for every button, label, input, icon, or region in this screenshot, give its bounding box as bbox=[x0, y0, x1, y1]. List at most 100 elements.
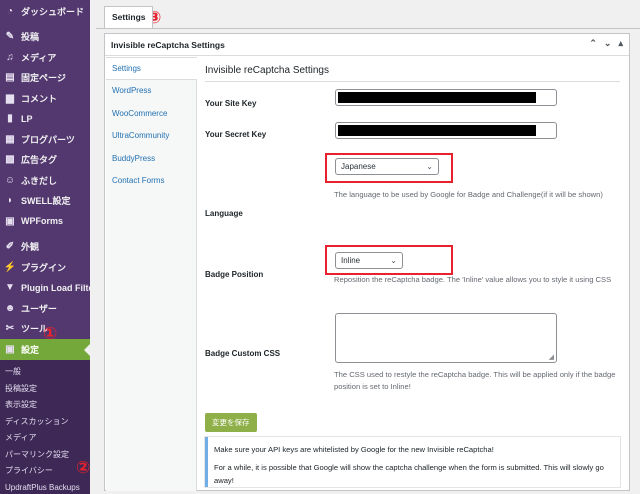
settings-postbox: Invisible reCaptcha Settings ⌃ ⌄ ▴ Setti… bbox=[104, 33, 630, 491]
tab-settings[interactable]: Settings bbox=[104, 6, 153, 28]
settings-icon: ▣ bbox=[5, 343, 15, 355]
language-select-value: Japanese bbox=[341, 162, 376, 171]
vertical-tab[interactable]: UltraCommunity bbox=[106, 125, 196, 148]
sidebar-item-label: メディア bbox=[21, 52, 57, 63]
submenu-item[interactable]: UpdraftPlus Backups bbox=[0, 479, 90, 494]
admin-menu: ◔ ダッシュボード ✎ 投稿 ♫ メディア ▤ 固定ページ ▆ コメント ▮ LP ▦ ブログパーツ ▩ 広告… bbox=[0, 0, 97, 360]
document-icon: ▮ bbox=[7, 113, 13, 125]
sidebar-item[interactable]: ☻ ユーザー bbox=[0, 298, 90, 319]
sidebar-item[interactable]: ◔ ダッシュボード bbox=[0, 1, 90, 22]
postbox-header: Invisible reCaptcha Settings ⌃ ⌄ ▴ bbox=[105, 34, 629, 56]
submenu-item[interactable]: 投稿設定 bbox=[0, 380, 90, 397]
submenu-item[interactable]: メディア bbox=[0, 430, 90, 447]
postbox-title: Invisible reCaptcha Settings bbox=[111, 39, 225, 50]
sidebar-item-label: コメント bbox=[21, 93, 58, 104]
wrench-icon: ✂ bbox=[5, 323, 15, 335]
annotation-one: ① bbox=[43, 324, 58, 344]
sidebar-item[interactable]: ▤ 固定ページ bbox=[0, 68, 90, 89]
pin-icon: ✎ bbox=[5, 31, 15, 43]
sidebar-item[interactable]: ☺ ふきだし bbox=[0, 170, 90, 191]
chevron-down-icon: ⌄ bbox=[390, 256, 397, 265]
sidebar-item-label: 外観 bbox=[21, 242, 40, 253]
settings-content: Invisible reCaptcha Settings Your Site K… bbox=[197, 57, 629, 491]
sidebar-item-label: ブログパーツ bbox=[21, 134, 75, 145]
calendar-icon: ▩ bbox=[5, 154, 15, 166]
admin-sidebar: ◔ ダッシュボード ✎ 投稿 ♫ メディア ▤ 固定ページ ▆ コメント ▮ LP ▦ ブログパーツ ▩ 広告… bbox=[0, 0, 97, 494]
submenu-item[interactable]: ディスカッション bbox=[0, 413, 90, 430]
language-label: Language bbox=[205, 209, 243, 218]
user-icon: ☻ bbox=[4, 302, 16, 314]
sidebar-item-label: LP bbox=[21, 113, 33, 124]
sidebar-item[interactable]: ▆ コメント bbox=[0, 88, 90, 109]
resize-grip-icon[interactable]: ◢ bbox=[549, 353, 554, 361]
tab-divider bbox=[96, 28, 640, 29]
sidebar-item[interactable]: ⚡ プラグイン bbox=[0, 257, 90, 278]
language-select[interactable]: Japanese ⌄ bbox=[335, 158, 439, 175]
annotation-two: ② bbox=[76, 458, 91, 478]
sidebar-item-label: WPForms bbox=[21, 216, 64, 227]
filter-icon: ▼ bbox=[5, 282, 15, 294]
plugin-icon: ⚡ bbox=[3, 261, 17, 273]
sidebar-item[interactable]: ✐ 外観 bbox=[0, 237, 90, 258]
move-down-icon[interactable]: ⌄ bbox=[604, 38, 612, 49]
sidebar-item[interactable]: ▩ 広告タグ bbox=[0, 150, 90, 171]
dashboard-icon: ◔ bbox=[6, 5, 14, 17]
vertical-tab[interactable]: Settings bbox=[106, 57, 197, 80]
sidebar-item-label: 固定ページ bbox=[21, 73, 66, 84]
sidebar-item-label: 広告タグ bbox=[21, 155, 58, 166]
nav-tab-wrapper: Settings bbox=[104, 6, 153, 28]
save-button[interactable]: 変更を保存 bbox=[205, 413, 257, 432]
vertical-tab[interactable]: BuddyPress bbox=[106, 147, 196, 170]
vertical-tabs: Settings WordPress WooCommerce UltraCommuni… bbox=[106, 57, 197, 491]
sidebar-item[interactable]: ◗ SWELL設定 bbox=[0, 191, 90, 212]
vertical-tab[interactable]: Contact Forms bbox=[106, 170, 196, 193]
language-description: The language to be used by Google for Ba… bbox=[334, 190, 603, 199]
sidebar-item-label: Plugin Load Filter bbox=[21, 282, 97, 293]
redaction-bar bbox=[338, 125, 536, 136]
section-heading: Invisible reCaptcha Settings bbox=[205, 65, 620, 82]
badge-css-textarea[interactable]: ◢ bbox=[335, 313, 557, 363]
swell-icon: ◗ bbox=[6, 195, 14, 207]
badge-position-select[interactable]: Inline ⌄ bbox=[335, 252, 403, 269]
notice-line: For a while, it is possible that Google … bbox=[214, 463, 604, 485]
page-icon: ▤ bbox=[5, 72, 15, 84]
chevron-down-icon: ⌄ bbox=[426, 162, 433, 171]
collapse-toggle-icon[interactable]: ▴ bbox=[618, 38, 623, 49]
secret-key-label: Your Secret Key bbox=[205, 130, 267, 139]
badge-css-label: Badge Custom CSS bbox=[205, 349, 281, 358]
vertical-tab[interactable]: WordPress bbox=[106, 80, 196, 103]
sidebar-item-label: SWELL設定 bbox=[21, 196, 71, 207]
sidebar-item[interactable]: ▦ ブログパーツ bbox=[0, 129, 90, 150]
sidebar-item-label: ダッシュボード bbox=[21, 6, 85, 17]
sidebar-item[interactable]: ▣ WPForms bbox=[0, 211, 90, 232]
form-icon: ▣ bbox=[5, 215, 15, 227]
sidebar-item-label: 投稿 bbox=[21, 32, 40, 43]
badge-position-label: Badge Position bbox=[205, 270, 264, 279]
sidebar-item[interactable]: ▼ Plugin Load Filter bbox=[0, 278, 97, 299]
sidebar-item[interactable]: ✎ 投稿 bbox=[0, 27, 90, 48]
sidebar-item-label: 設定 bbox=[21, 344, 40, 355]
sidebar-item-label: ユーザー bbox=[21, 303, 57, 314]
comment-icon: ▆ bbox=[6, 92, 14, 104]
secret-key-input[interactable] bbox=[335, 122, 557, 139]
submenu-item[interactable]: 一般 bbox=[0, 364, 90, 381]
table-icon: ▦ bbox=[5, 133, 15, 145]
redaction-bar bbox=[338, 92, 536, 103]
sidebar-item-label: ふきだし bbox=[21, 175, 58, 186]
site-key-label: Your Site Key bbox=[205, 99, 257, 108]
badge-position-select-value: Inline bbox=[341, 256, 361, 265]
sidebar-item-label: プラグイン bbox=[21, 262, 67, 273]
info-notice: Make sure your API keys are whitelisted … bbox=[205, 437, 620, 487]
site-key-input[interactable] bbox=[335, 89, 557, 106]
sidebar-item[interactable]: ♫ メディア bbox=[0, 47, 90, 68]
move-up-icon[interactable]: ⌃ bbox=[589, 38, 597, 49]
postbox-controls: ⌃ ⌄ ▴ bbox=[589, 38, 623, 49]
badge-position-description: Reposition the reCaptcha badge. The 'Inl… bbox=[334, 275, 612, 284]
vertical-tab[interactable]: WooCommerce bbox=[106, 102, 196, 125]
speech-bubble-icon: ☺ bbox=[4, 174, 16, 186]
sidebar-item[interactable]: ▮ LP bbox=[0, 109, 90, 130]
badge-css-description: The CSS used to restyle the reCaptcha ba… bbox=[334, 370, 616, 391]
media-icon: ♫ bbox=[6, 51, 14, 63]
submenu-item[interactable]: 表示設定 bbox=[0, 397, 90, 414]
notice-line: Make sure your API keys are whitelisted … bbox=[214, 445, 494, 454]
